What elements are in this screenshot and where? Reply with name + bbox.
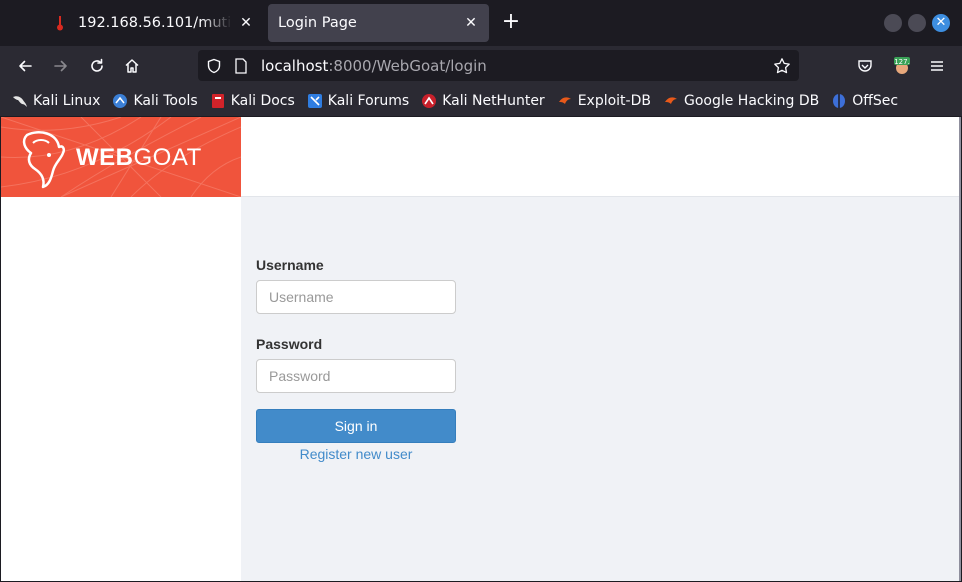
url-text: localhost:8000/WebGoat/login	[261, 57, 487, 75]
goat-head-icon	[22, 131, 66, 189]
bookmark-kali-forums[interactable]: Kali Forums	[307, 93, 409, 109]
extension-button[interactable]: 127.	[888, 52, 916, 80]
password-input[interactable]	[256, 359, 456, 393]
home-icon	[125, 59, 139, 73]
exploit-db-icon	[557, 93, 573, 109]
maximize-button[interactable]	[908, 14, 926, 32]
bookmark-label: Kali Tools	[133, 93, 198, 109]
bookmark-offsec[interactable]: OffSec	[831, 93, 898, 109]
new-tab-button[interactable]: +	[498, 10, 524, 36]
browser-window: 192.168.56.101/mutillidae/ ✕ Login Page …	[0, 0, 962, 582]
kali-docs-icon	[210, 93, 226, 109]
bookmark-label: Kali Linux	[33, 93, 101, 109]
bookmark-label: Kali NetHunter	[442, 93, 545, 109]
tab-mutillidae[interactable]: 192.168.56.101/mutillidae/ ✕	[42, 4, 264, 42]
bookmark-exploit-db[interactable]: Exploit-DB	[557, 93, 651, 109]
kali-dragon-icon	[12, 93, 28, 109]
username-label: Username	[256, 257, 324, 273]
extension-badge: 127.	[894, 58, 910, 66]
minimize-button[interactable]	[884, 14, 902, 32]
kali-tools-icon	[112, 93, 128, 109]
ghdb-icon	[663, 93, 679, 109]
reload-button[interactable]	[83, 52, 111, 80]
bookmark-kali-nethunter[interactable]: Kali NetHunter	[421, 93, 545, 109]
tab-title: 192.168.56.101/mutillidae/	[78, 15, 232, 31]
bookmark-label: OffSec	[852, 93, 899, 109]
shield-icon[interactable]	[205, 57, 223, 75]
kali-forums-icon	[307, 93, 323, 109]
tab-login-page[interactable]: Login Page ✕	[268, 4, 489, 42]
sidebar	[1, 197, 241, 581]
bookmark-label: Kali Docs	[230, 93, 295, 109]
login-form: Username Password Sign in Register new u…	[256, 255, 456, 462]
close-window-button[interactable]: ✕	[932, 14, 950, 32]
tab-close-icon[interactable]: ✕	[463, 15, 479, 31]
bookmark-star-icon[interactable]	[773, 57, 791, 75]
url-host: localhost	[261, 57, 329, 75]
register-new-user-link[interactable]: Register new user	[256, 446, 456, 462]
home-button[interactable]	[118, 52, 146, 80]
username-input[interactable]	[256, 280, 456, 314]
menu-button[interactable]	[923, 52, 951, 80]
pocket-icon	[858, 60, 872, 72]
bookmark-kali-linux[interactable]: Kali Linux	[12, 93, 100, 109]
brand-wordmark: WEBGOAT	[76, 144, 202, 172]
url-path: :8000/WebGoat/login	[328, 57, 487, 75]
nethunter-icon	[421, 93, 437, 109]
tab-title: Login Page	[278, 15, 357, 31]
bookmark-label: Kali Forums	[327, 93, 410, 109]
offsec-icon	[831, 93, 847, 109]
navigation-toolbar: localhost:8000/WebGoat/login 127.	[0, 46, 962, 86]
forward-button[interactable]	[47, 52, 75, 80]
page-viewport: WEBGOAT Username Password Sign in Regist…	[1, 117, 960, 581]
bookmark-label: Exploit-DB	[577, 93, 651, 109]
page-icon[interactable]	[232, 57, 250, 75]
bookmark-kali-tools[interactable]: Kali Tools	[112, 93, 198, 109]
hamburger-menu-icon	[931, 61, 943, 71]
page-header: WEBGOAT	[1, 117, 960, 197]
arrow-left-icon	[19, 60, 32, 72]
bookmark-google-hacking-db[interactable]: Google Hacking DB	[663, 93, 819, 109]
scrollbar[interactable]	[959, 117, 961, 581]
tab-strip: 192.168.56.101/mutillidae/ ✕ Login Page …	[0, 0, 962, 46]
password-label: Password	[256, 336, 323, 352]
bookmark-kali-docs[interactable]: Kali Docs	[210, 93, 295, 109]
pocket-button[interactable]	[851, 52, 879, 80]
back-button[interactable]	[11, 52, 39, 80]
webgoat-logo[interactable]: WEBGOAT	[1, 117, 241, 197]
address-bar[interactable]: localhost:8000/WebGoat/login	[198, 50, 799, 81]
bookmark-label: Google Hacking DB	[683, 93, 820, 109]
brand-bold: WEB	[76, 144, 134, 171]
tab-close-icon[interactable]: ✕	[238, 15, 254, 31]
bookmarks-toolbar: Kali Linux Kali Tools Kali Docs Kali For…	[0, 86, 962, 116]
brand-light: GOAT	[133, 144, 202, 171]
thermometer-icon	[52, 15, 68, 31]
reload-icon	[91, 58, 103, 72]
sign-in-button[interactable]: Sign in	[256, 409, 456, 443]
extension-icon: 127.	[894, 57, 910, 74]
arrow-right-icon	[54, 60, 67, 72]
